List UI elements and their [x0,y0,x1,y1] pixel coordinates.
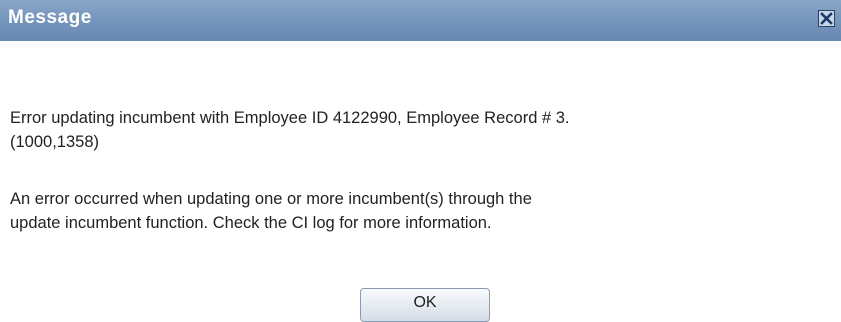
close-button[interactable] [818,10,835,27]
error-explanation-line-1: An error occurred when updating one or m… [10,190,532,208]
dialog-title: Message [8,7,92,28]
dialog-titlebar: Message [0,0,841,41]
error-message-line-2: (1000,1358) [10,133,99,151]
error-explanation: An error occurred when updating one or m… [10,187,532,235]
error-message-line-1: Error updating incumbent with Employee I… [10,109,570,127]
error-explanation-line-2: update incumbent function. Check the CI … [10,214,492,232]
error-message: Error updating incumbent with Employee I… [10,106,569,154]
close-x-icon [820,12,833,25]
ok-button[interactable]: OK [360,288,490,322]
message-dialog: Message Error updating incumbent with Em… [0,0,841,322]
